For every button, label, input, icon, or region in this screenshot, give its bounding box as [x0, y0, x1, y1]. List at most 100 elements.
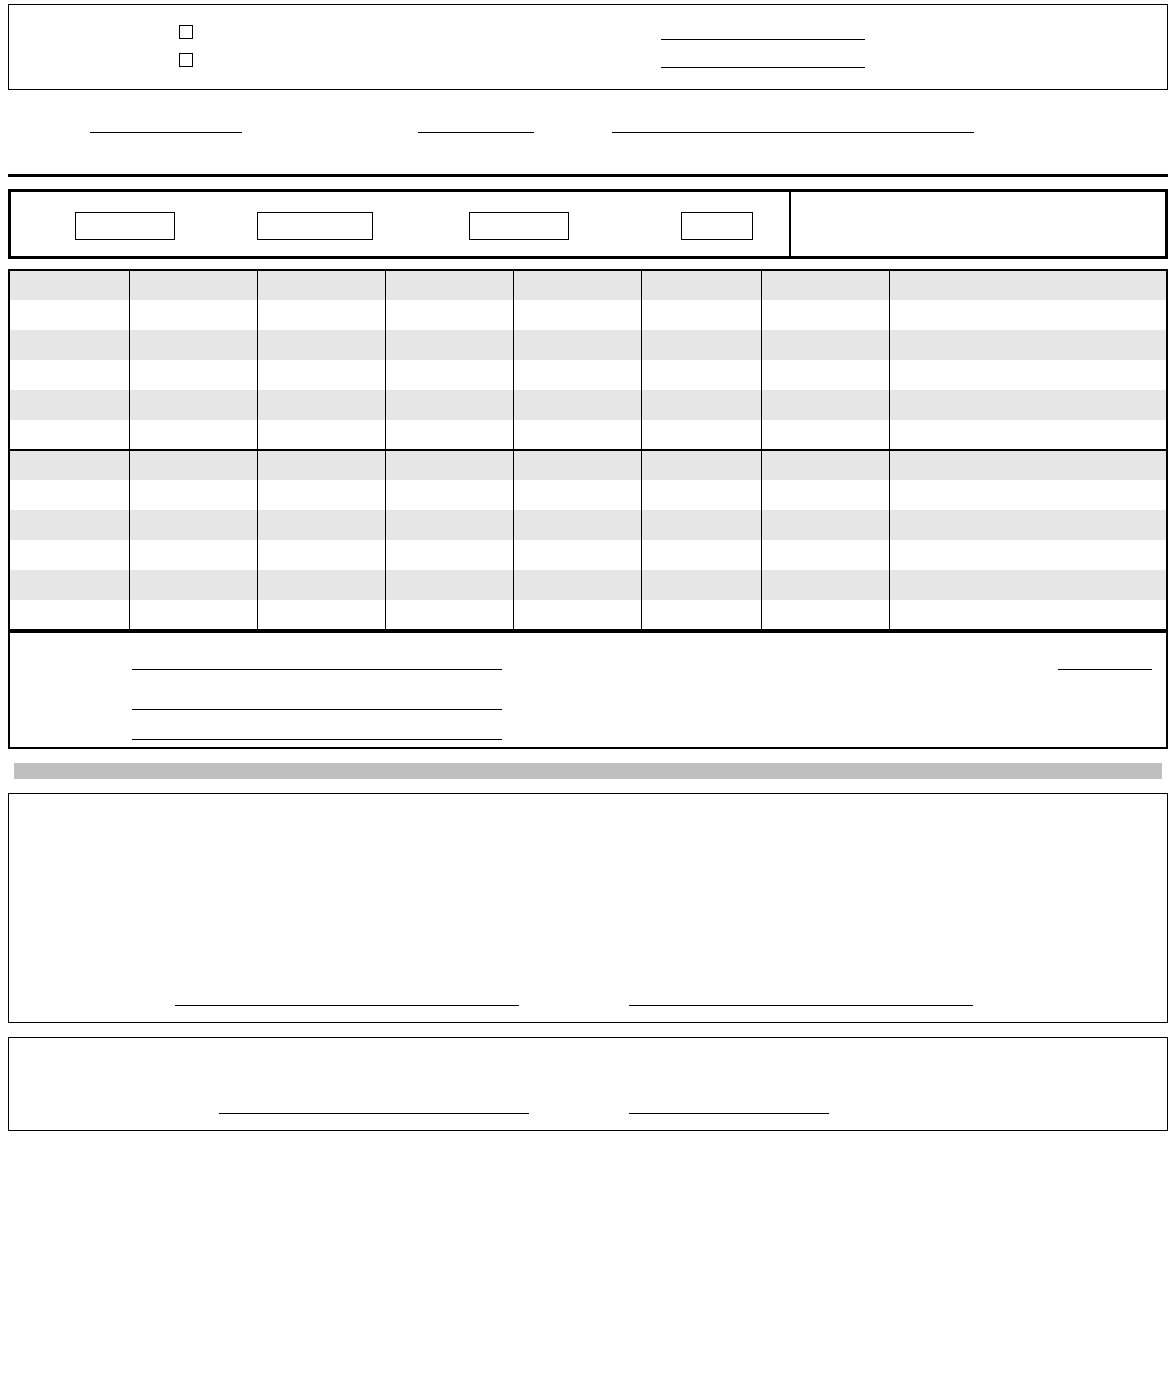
table-cell[interactable] [257, 570, 385, 600]
table-cell[interactable] [641, 570, 761, 600]
table-cell[interactable] [9, 330, 129, 360]
table-cell[interactable] [513, 390, 641, 420]
table-cell[interactable] [761, 510, 889, 540]
table-cell[interactable] [513, 540, 641, 570]
table-cell[interactable] [385, 360, 513, 390]
header-box-2[interactable] [257, 212, 373, 240]
table-cell[interactable] [641, 270, 761, 300]
table-cell[interactable] [641, 330, 761, 360]
table-cell[interactable] [129, 360, 257, 390]
table-cell[interactable] [9, 300, 129, 330]
checkbox-1[interactable] [179, 25, 193, 39]
table-cell[interactable] [641, 510, 761, 540]
table-cell[interactable] [385, 330, 513, 360]
table-cell[interactable] [889, 600, 1167, 630]
table-cell[interactable] [129, 300, 257, 330]
table-cell[interactable] [641, 450, 761, 480]
table-cell[interactable] [257, 360, 385, 390]
table-cell[interactable] [385, 420, 513, 450]
header-box-4[interactable] [681, 212, 753, 240]
table-cell[interactable] [641, 390, 761, 420]
table-cell[interactable] [641, 360, 761, 390]
table-cell[interactable] [761, 570, 889, 600]
table-cell[interactable] [889, 480, 1167, 510]
table-cell[interactable] [761, 600, 889, 630]
table-cell[interactable] [257, 270, 385, 300]
top-field-1[interactable] [661, 39, 865, 40]
table-cell[interactable] [9, 270, 129, 300]
table-cell[interactable] [761, 450, 889, 480]
table-cell[interactable] [257, 600, 385, 630]
checkbox-2[interactable] [179, 53, 193, 67]
table-cell[interactable] [385, 390, 513, 420]
table-cell[interactable] [129, 270, 257, 300]
table-cell[interactable] [889, 390, 1167, 420]
table-cell[interactable] [889, 450, 1167, 480]
table-cell[interactable] [9, 450, 129, 480]
table-cell[interactable] [513, 450, 641, 480]
table-cell[interactable] [761, 420, 889, 450]
table-cell[interactable] [257, 390, 385, 420]
table-cell[interactable] [385, 450, 513, 480]
table-cell[interactable] [761, 330, 889, 360]
table-cell[interactable] [9, 570, 129, 600]
table-cell[interactable] [513, 600, 641, 630]
date-line[interactable] [629, 1113, 829, 1114]
table-cell[interactable] [761, 360, 889, 390]
table-cell[interactable] [513, 300, 641, 330]
table-cell[interactable] [257, 510, 385, 540]
table-cell[interactable] [129, 510, 257, 540]
table-cell[interactable] [129, 330, 257, 360]
table-cell[interactable] [257, 330, 385, 360]
table-cell[interactable] [641, 420, 761, 450]
table-cell[interactable] [889, 510, 1167, 540]
table-cell[interactable] [9, 600, 129, 630]
table-cell[interactable] [9, 420, 129, 450]
header-box-3[interactable] [469, 212, 569, 240]
table-cell[interactable] [9, 510, 129, 540]
table-cell[interactable] [385, 540, 513, 570]
table-cell[interactable] [129, 600, 257, 630]
table-cell[interactable] [129, 570, 257, 600]
table-cell[interactable] [385, 600, 513, 630]
table-cell[interactable] [761, 540, 889, 570]
table-cell[interactable] [257, 420, 385, 450]
table-cell[interactable] [9, 480, 129, 510]
table-cell[interactable] [129, 420, 257, 450]
footer-right-field[interactable] [1058, 669, 1152, 670]
table-cell[interactable] [513, 270, 641, 300]
table-cell[interactable] [641, 600, 761, 630]
table-cell[interactable] [641, 480, 761, 510]
table-cell[interactable] [513, 510, 641, 540]
table-cell[interactable] [129, 390, 257, 420]
under-field-3[interactable] [612, 132, 974, 133]
signature-line[interactable] [219, 1113, 529, 1114]
table-cell[interactable] [513, 420, 641, 450]
table-cell[interactable] [889, 300, 1167, 330]
table-cell[interactable] [889, 570, 1167, 600]
signature-line-1[interactable] [175, 1005, 519, 1006]
table-cell[interactable] [641, 300, 761, 330]
table-cell[interactable] [129, 480, 257, 510]
table-cell[interactable] [513, 360, 641, 390]
table-cell[interactable] [513, 570, 641, 600]
table-cell[interactable] [385, 570, 513, 600]
table-cell[interactable] [385, 510, 513, 540]
table-cell[interactable] [257, 540, 385, 570]
header-box-1[interactable] [75, 212, 175, 240]
footer-field-2[interactable] [132, 709, 502, 710]
table-cell[interactable] [889, 540, 1167, 570]
table-cell[interactable] [257, 450, 385, 480]
table-cell[interactable] [761, 270, 889, 300]
table-cell[interactable] [385, 270, 513, 300]
table-cell[interactable] [129, 540, 257, 570]
table-cell[interactable] [761, 390, 889, 420]
table-cell[interactable] [513, 480, 641, 510]
footer-field-1[interactable] [132, 669, 502, 670]
table-cell[interactable] [889, 270, 1167, 300]
table-cell[interactable] [889, 420, 1167, 450]
table-cell[interactable] [889, 330, 1167, 360]
table-cell[interactable] [641, 540, 761, 570]
table-cell[interactable] [9, 390, 129, 420]
table-cell[interactable] [9, 540, 129, 570]
